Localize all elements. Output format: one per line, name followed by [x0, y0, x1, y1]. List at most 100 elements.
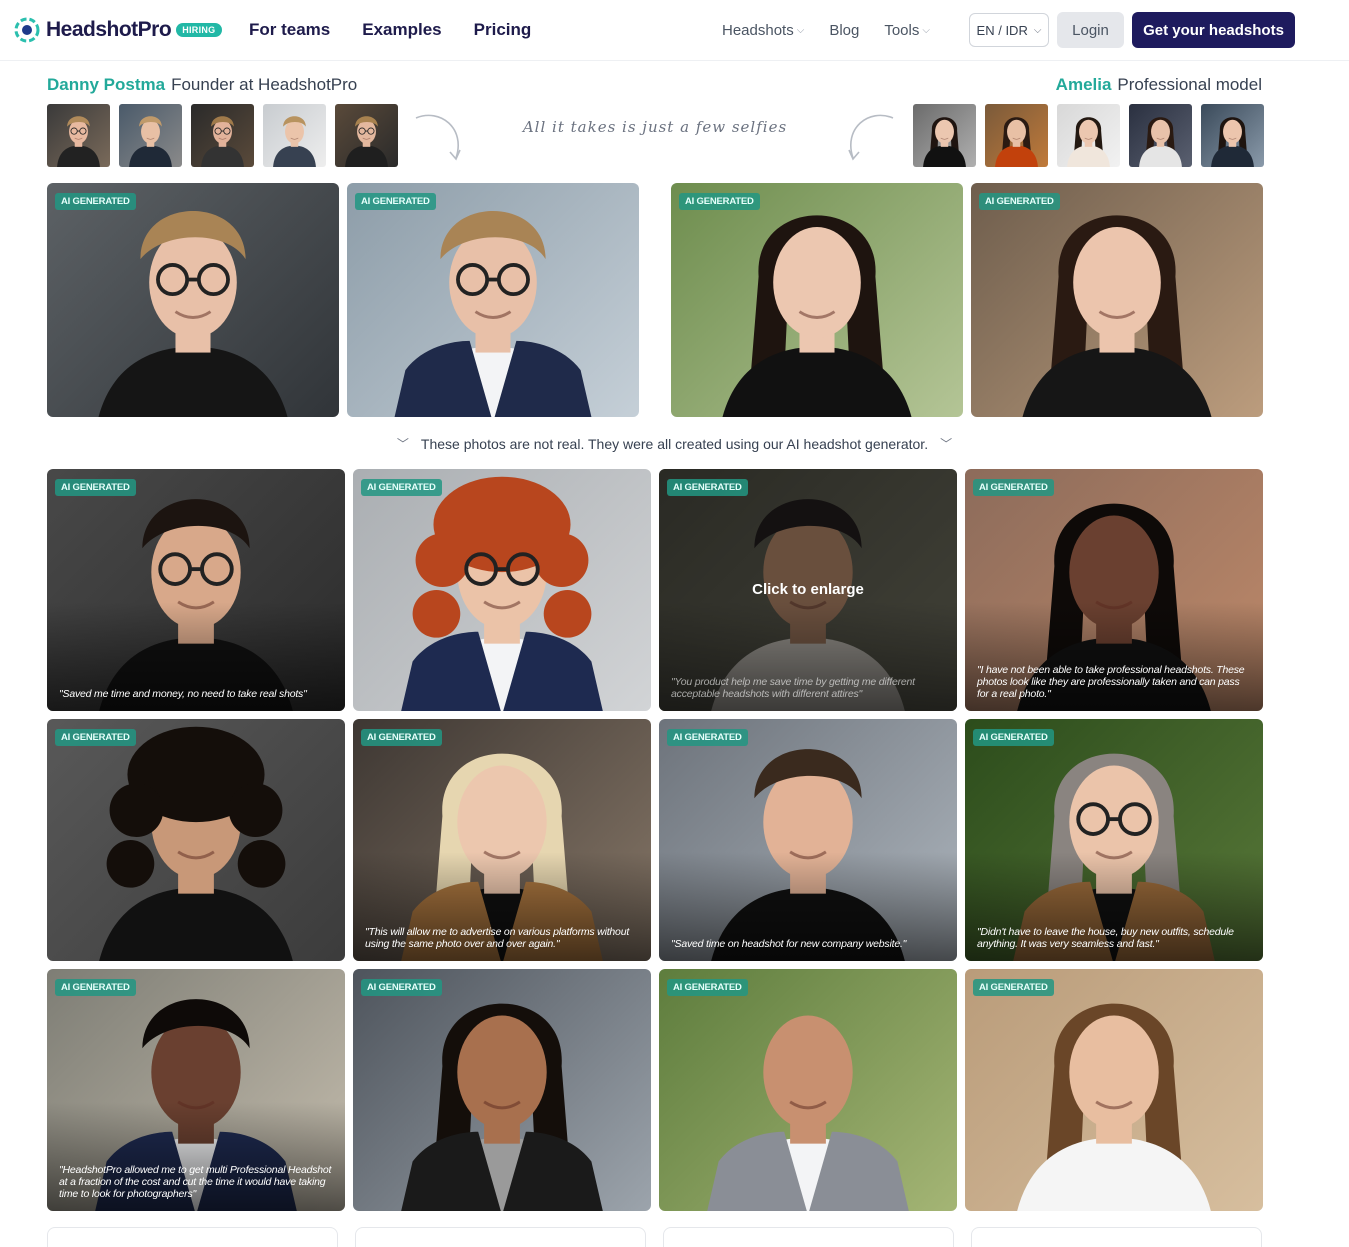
input-selfie — [1201, 104, 1264, 167]
nav-examples[interactable]: Examples — [362, 20, 441, 40]
curved-arrow-icon — [415, 114, 461, 161]
ai-generated-badge: AI GENERATED — [973, 979, 1054, 996]
chevron-down-icon: ﹀ — [396, 437, 409, 451]
headshot-photo — [47, 719, 345, 961]
nav-headshots-dropdown[interactable]: Headshots ⌵ — [722, 22, 804, 39]
testimonial-quote: "Didn't have to leave the house, buy new… — [977, 926, 1234, 950]
headshot-photo — [191, 104, 254, 167]
gallery-headshot-card[interactable]: AI GENERATED Click to enlarge "You product… — [659, 469, 957, 711]
chevron-down-icon: ⌵ — [796, 25, 805, 36]
gallery-headshot-card[interactable]: AI GENERATED — [659, 969, 957, 1211]
nav-tools-label: Tools — [884, 22, 920, 39]
input-selfie — [335, 104, 398, 167]
brand-name: HeadshotPro — [46, 18, 172, 41]
gallery-headshot-card[interactable]: AI GENERATED — [353, 469, 651, 711]
login-button[interactable]: Login — [1057, 12, 1124, 48]
gallery-headshot-card[interactable]: AI GENERATED — [47, 719, 345, 961]
headshot-photo — [1201, 104, 1264, 167]
ai-disclaimer[interactable]: ﹀ These photos are not real. They were a… — [0, 435, 1349, 452]
right-persona-role: Professional model — [1117, 75, 1262, 94]
headshot-photo — [353, 469, 651, 711]
input-selfie — [119, 104, 182, 167]
ai-generated-badge: AI GENERATED — [979, 193, 1060, 210]
left-persona-role: Founder at HeadshotPro — [171, 75, 358, 94]
ai-generated-badge: AI GENERATED — [55, 979, 136, 996]
headshot-photo — [47, 104, 110, 167]
chevron-down-icon: ﹀ — [940, 437, 953, 451]
click-to-enlarge-label: Click to enlarge — [752, 581, 864, 598]
get-headshots-button[interactable]: Get your headshots — [1132, 12, 1295, 48]
gallery-headshot-card[interactable]: AI GENERATED "Saved me time and money, no… — [47, 469, 345, 711]
ai-disclaimer-text: These photos are not real. They were all… — [420, 435, 929, 452]
nav-blog[interactable]: Blog — [829, 22, 859, 39]
input-selfie — [1057, 104, 1120, 167]
headshot-photo — [659, 969, 957, 1211]
ai-generated-badge: AI GENERATED — [55, 729, 136, 746]
input-selfie — [263, 104, 326, 167]
ai-generated-badge: AI GENERATED — [667, 479, 748, 496]
logo-icon — [14, 17, 40, 43]
left-persona-caption: Danny Postma Founder at HeadshotPro — [47, 75, 357, 95]
ai-generated-badge: AI GENERATED — [355, 193, 436, 210]
headshot-photo — [347, 183, 639, 417]
curved-arrow-icon — [848, 114, 894, 161]
chevron-down-icon: ⌵ — [1033, 24, 1042, 36]
nav-tools-dropdown[interactable]: Tools ⌵ — [884, 22, 930, 39]
headshot-photo — [335, 104, 398, 167]
nav-for-teams[interactable]: For teams — [249, 20, 330, 40]
ai-generated-badge: AI GENERATED — [973, 479, 1054, 496]
showcase-headshot-card[interactable]: AI GENERATED — [347, 183, 639, 417]
gallery-headshot-card[interactable]: AI GENERATED "I have not been able to tak… — [965, 469, 1263, 711]
review-card — [663, 1227, 954, 1247]
headshot-photo — [47, 183, 339, 417]
nav-pricing[interactable]: Pricing — [474, 20, 532, 40]
ai-generated-badge: AI GENERATED — [667, 729, 748, 746]
ai-generated-badge: AI GENERATED — [361, 979, 442, 996]
gallery-headshot-card[interactable]: AI GENERATED "This will allow me to adver… — [353, 719, 651, 961]
chevron-down-icon: ⌵ — [922, 25, 930, 36]
review-card — [355, 1227, 646, 1247]
primary-nav: For teams Examples Pricing — [249, 20, 531, 40]
gallery-headshot-card[interactable]: AI GENERATED "Didn't have to leave the ho… — [965, 719, 1263, 961]
headshot-photo — [965, 969, 1263, 1211]
input-selfie — [191, 104, 254, 167]
headshot-photo — [1129, 104, 1192, 167]
hiring-badge[interactable]: HIRING — [176, 23, 222, 37]
showcase-headshot-card[interactable]: AI GENERATED — [671, 183, 963, 417]
left-persona-name: Danny Postma — [47, 75, 166, 94]
testimonial-quote: "Saved time on headshot for new company … — [671, 938, 907, 950]
ai-generated-badge: AI GENERATED — [667, 979, 748, 996]
headshot-photo — [1057, 104, 1120, 167]
testimonial-quote: "This will allow me to advertise on vari… — [365, 926, 630, 950]
showcase-headshot-card[interactable]: AI GENERATED — [971, 183, 1263, 417]
gallery-headshot-card[interactable]: AI GENERATED — [353, 969, 651, 1211]
top-navigation: HeadshotPro HIRING For teams Examples Pr… — [0, 0, 1349, 61]
headshot-photo — [971, 183, 1263, 417]
ai-generated-badge: AI GENERATED — [679, 193, 760, 210]
language-value: EN / IDR — [976, 22, 1028, 38]
ai-generated-badge: AI GENERATED — [55, 479, 136, 496]
ai-generated-badge: AI GENERATED — [361, 479, 442, 496]
testimonial-quote: "I have not been able to take profession… — [977, 664, 1245, 700]
headshot-photo — [353, 969, 651, 1211]
review-card — [971, 1227, 1262, 1247]
nav-headshots-label: Headshots — [722, 22, 794, 39]
headshot-photo — [913, 104, 976, 167]
gallery-headshot-card[interactable]: AI GENERATED — [965, 969, 1263, 1211]
right-persona-caption: Amelia Professional model — [1056, 75, 1262, 95]
ai-generated-badge: AI GENERATED — [361, 729, 442, 746]
showcase-headshot-card[interactable]: AI GENERATED — [47, 183, 339, 417]
ai-generated-badge: AI GENERATED — [55, 193, 136, 210]
ai-generated-badge: AI GENERATED — [973, 729, 1054, 746]
brand-logo[interactable]: HeadshotPro HIRING — [14, 17, 222, 43]
testimonial-quote: "HeadshotPro allowed me to get multi Pro… — [59, 1164, 332, 1200]
secondary-nav: Headshots ⌵ Blog Tools ⌵ — [722, 22, 930, 39]
headshot-photo — [119, 104, 182, 167]
testimonial-quote: "Saved me time and money, no need to tak… — [59, 688, 307, 700]
right-persona-name: Amelia — [1055, 75, 1112, 94]
headshot-photo — [671, 183, 963, 417]
language-currency-select[interactable]: EN / IDR ⌵ — [969, 13, 1049, 47]
gallery-headshot-card[interactable]: AI GENERATED "Saved time on headshot for … — [659, 719, 957, 961]
selfies-tagline: All it takes is just a few selfies — [522, 118, 788, 136]
gallery-headshot-card[interactable]: AI GENERATED "HeadshotPro allowed me to g… — [47, 969, 345, 1211]
